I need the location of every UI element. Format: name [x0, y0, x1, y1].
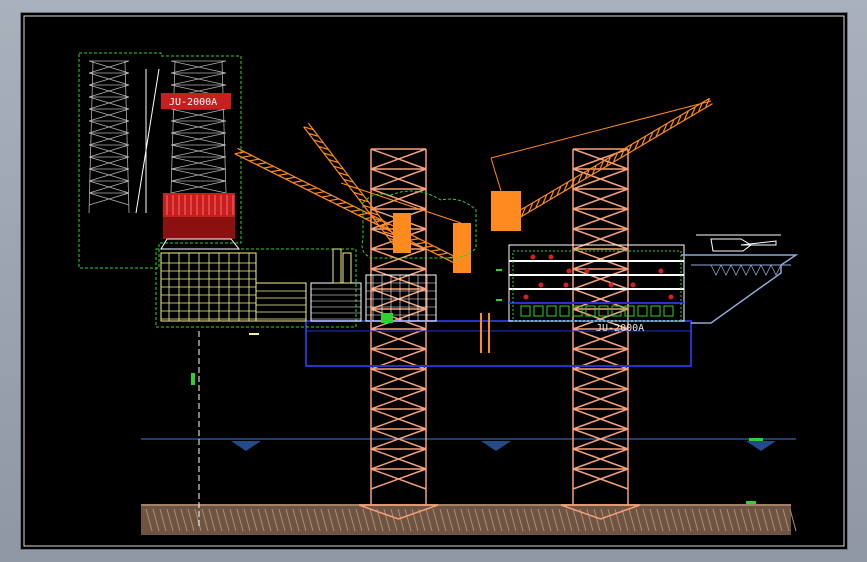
drawing-border	[23, 15, 845, 547]
window	[637, 305, 648, 317]
helicopter-icon	[696, 234, 781, 252]
window	[559, 305, 570, 317]
cad-window-frame: JU-2000A JU-2000A	[0, 0, 867, 562]
accommodation-windows	[520, 305, 674, 317]
equipment-marker	[658, 268, 664, 274]
equipment-marker	[584, 268, 590, 274]
window	[546, 305, 557, 317]
crane-boom-center	[234, 147, 463, 267]
window	[520, 305, 531, 317]
equipment-marker	[668, 294, 674, 300]
sea-level	[141, 438, 796, 451]
equipment-marker	[538, 282, 544, 288]
equipment-marker	[548, 254, 554, 260]
derrick: JU-2000A	[78, 52, 242, 269]
derrick-mast	[170, 60, 227, 194]
cad-drawing-canvas: JU-2000A JU-2000A	[20, 12, 848, 550]
process-deck	[155, 248, 357, 328]
equipment-marker	[608, 282, 614, 288]
window	[624, 305, 635, 317]
seabed	[141, 504, 797, 535]
hull: JU-2000A	[305, 320, 692, 367]
drawworks-substructure	[160, 193, 241, 250]
annotation-marks	[191, 269, 763, 504]
equipment-marker	[563, 282, 569, 288]
jackup-rig-elevation-drawing: JU-2000A JU-2000A	[23, 15, 845, 547]
leg-right	[560, 148, 641, 520]
deck-cranes	[234, 97, 713, 273]
green-valve-marker	[381, 313, 393, 323]
window	[598, 305, 609, 317]
equipment-marker	[630, 282, 636, 288]
equipment-marker	[530, 254, 536, 260]
hull-label: JU-2000A	[596, 323, 644, 334]
crane-cab-right	[491, 191, 521, 231]
crane-cable	[490, 157, 502, 192]
window	[663, 305, 674, 317]
window	[533, 305, 544, 317]
equipment-marker	[566, 268, 572, 274]
window	[650, 305, 661, 317]
crane-boom-right	[511, 97, 713, 222]
helideck	[681, 234, 799, 324]
derrick-title-label: JU-2000A	[169, 97, 217, 108]
equipment-marker	[523, 294, 529, 300]
crane-cab-center	[453, 223, 471, 273]
derrick-elevation-small	[88, 60, 130, 214]
